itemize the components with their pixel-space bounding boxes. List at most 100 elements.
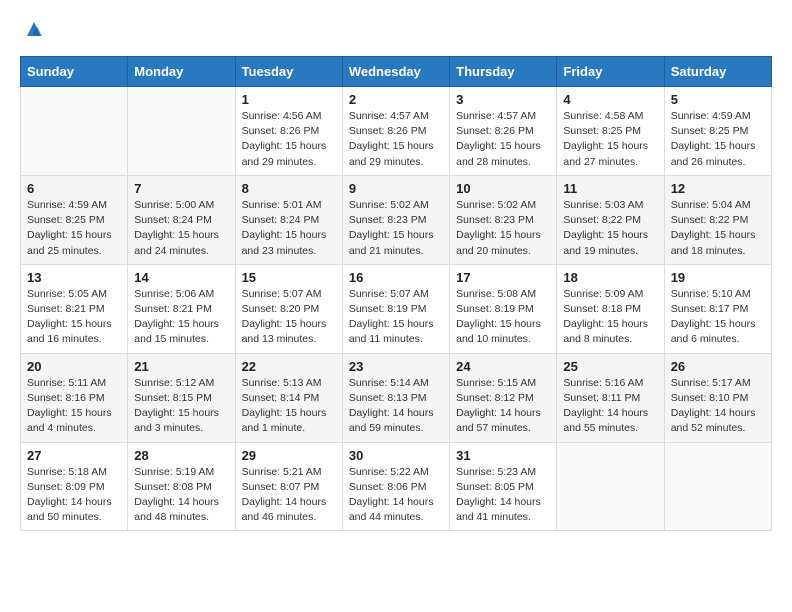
day-info: Sunrise: 4:57 AM Sunset: 8:26 PM Dayligh… [349,109,443,170]
day-number: 13 [27,270,121,285]
day-number: 5 [671,92,765,107]
day-info: Sunrise: 4:56 AM Sunset: 8:26 PM Dayligh… [242,109,336,170]
calendar-cell: 8Sunrise: 5:01 AM Sunset: 8:24 PM Daylig… [235,175,342,264]
day-number: 24 [456,359,550,374]
day-info: Sunrise: 5:12 AM Sunset: 8:15 PM Dayligh… [134,376,228,437]
day-info: Sunrise: 5:01 AM Sunset: 8:24 PM Dayligh… [242,198,336,259]
calendar-cell: 13 Sunrise: 5:05 AM Sunset: 8:21 PM Dayli… [21,264,128,353]
calendar-cell: 20 Sunrise: 5:11 AM Sunset: 8:16 PM Dayli… [21,353,128,442]
calendar-cell [21,87,128,176]
day-info: Sunrise: 5:13 AM Sunset: 8:14 PM Dayligh… [242,376,336,437]
calendar-cell: 30 Sunrise: 5:22 AM Sunset: 8:06 PM Dayli… [342,442,449,531]
day-info: Sunrise: 5:02 AM Sunset: 8:23 PM Dayligh… [349,198,443,259]
day-info: Sunrise: 5:08 AM Sunset: 8:19 PM Dayligh… [456,287,550,348]
calendar-cell: 11 Sunrise: 5:03 AM Sunset: 8:22 PM Dayli… [557,175,664,264]
weekday-header-sunday: Sunday [21,57,128,87]
day-number: 26 [671,359,765,374]
calendar-cell: 14Sunrise: 5:06 AM Sunset: 8:21 PM Dayli… [128,264,235,353]
day-info: Sunrise: 5:14 AM Sunset: 8:13 PM Dayligh… [349,376,443,437]
calendar-cell: 12Sunrise: 5:04 AM Sunset: 8:22 PM Dayli… [664,175,771,264]
calendar-cell: 28Sunrise: 5:19 AM Sunset: 8:08 PM Dayli… [128,442,235,531]
calendar-cell: 17 Sunrise: 5:08 AM Sunset: 8:19 PM Dayli… [450,264,557,353]
calendar-cell: 16 Sunrise: 5:07 AM Sunset: 8:19 PM Dayli… [342,264,449,353]
calendar-cell: 24 Sunrise: 5:15 AM Sunset: 8:12 PM Dayli… [450,353,557,442]
calendar-cell: 21 Sunrise: 5:12 AM Sunset: 8:15 PM Dayli… [128,353,235,442]
weekday-header-saturday: Saturday [664,57,771,87]
day-info: Sunrise: 5:03 AM Sunset: 8:22 PM Dayligh… [563,198,657,259]
weekday-header-row: SundayMondayTuesdayWednesdayThursdayFrid… [21,57,772,87]
day-info: Sunrise: 5:02 AM Sunset: 8:23 PM Dayligh… [456,198,550,259]
calendar-table: SundayMondayTuesdayWednesdayThursdayFrid… [20,56,772,531]
calendar-cell: 23 Sunrise: 5:14 AM Sunset: 8:13 PM Dayli… [342,353,449,442]
calendar-cell: 3Sunrise: 4:57 AM Sunset: 8:26 PM Daylig… [450,87,557,176]
day-number: 12 [671,181,765,196]
day-info: Sunrise: 5:15 AM Sunset: 8:12 PM Dayligh… [456,376,550,437]
day-number: 22 [242,359,336,374]
calendar-cell: 2 Sunrise: 4:57 AM Sunset: 8:26 PM Daylig… [342,87,449,176]
day-info: Sunrise: 5:10 AM Sunset: 8:17 PM Dayligh… [671,287,765,348]
day-number: 9 [349,181,443,196]
day-info: Sunrise: 5:11 AM Sunset: 8:16 PM Dayligh… [27,376,121,437]
day-number: 1 [242,92,336,107]
calendar-cell: 5Sunrise: 4:59 AM Sunset: 8:25 PM Daylig… [664,87,771,176]
day-number: 27 [27,448,121,463]
calendar-cell: 10Sunrise: 5:02 AM Sunset: 8:23 PM Dayli… [450,175,557,264]
day-info: Sunrise: 5:07 AM Sunset: 8:20 PM Dayligh… [242,287,336,348]
calendar-week-row: 20 Sunrise: 5:11 AM Sunset: 8:16 PM Dayli… [21,353,772,442]
day-info: Sunrise: 5:16 AM Sunset: 8:11 PM Dayligh… [563,376,657,437]
day-number: 30 [349,448,443,463]
page-header [20,20,772,40]
day-info: Sunrise: 5:22 AM Sunset: 8:06 PM Dayligh… [349,465,443,526]
calendar-cell: 7Sunrise: 5:00 AM Sunset: 8:24 PM Daylig… [128,175,235,264]
day-number: 23 [349,359,443,374]
weekday-header-thursday: Thursday [450,57,557,87]
day-info: Sunrise: 4:58 AM Sunset: 8:25 PM Dayligh… [563,109,657,170]
day-number: 31 [456,448,550,463]
calendar-cell: 4 Sunrise: 4:58 AM Sunset: 8:25 PM Daylig… [557,87,664,176]
day-info: Sunrise: 5:05 AM Sunset: 8:21 PM Dayligh… [27,287,121,348]
day-number: 15 [242,270,336,285]
calendar-week-row: 13 Sunrise: 5:05 AM Sunset: 8:21 PM Dayli… [21,264,772,353]
day-number: 21 [134,359,228,374]
day-number: 25 [563,359,657,374]
weekday-header-monday: Monday [128,57,235,87]
day-number: 16 [349,270,443,285]
day-number: 19 [671,270,765,285]
day-number: 2 [349,92,443,107]
day-info: Sunrise: 4:57 AM Sunset: 8:26 PM Dayligh… [456,109,550,170]
calendar-week-row: 1 Sunrise: 4:56 AM Sunset: 8:26 PM Daylig… [21,87,772,176]
day-info: Sunrise: 5:17 AM Sunset: 8:10 PM Dayligh… [671,376,765,437]
calendar-cell: 26 Sunrise: 5:17 AM Sunset: 8:10 PM Dayli… [664,353,771,442]
calendar-cell: 29Sunrise: 5:21 AM Sunset: 8:07 PM Dayli… [235,442,342,531]
day-number: 4 [563,92,657,107]
calendar-cell: 15 Sunrise: 5:07 AM Sunset: 8:20 PM Dayli… [235,264,342,353]
calendar-cell [128,87,235,176]
day-number: 20 [27,359,121,374]
day-info: Sunrise: 5:23 AM Sunset: 8:05 PM Dayligh… [456,465,550,526]
calendar-cell: 22 Sunrise: 5:13 AM Sunset: 8:14 PM Dayli… [235,353,342,442]
day-number: 18 [563,270,657,285]
day-number: 17 [456,270,550,285]
day-info: Sunrise: 5:09 AM Sunset: 8:18 PM Dayligh… [563,287,657,348]
calendar-cell: 6 Sunrise: 4:59 AM Sunset: 8:25 PM Daylig… [21,175,128,264]
calendar-week-row: 6 Sunrise: 4:59 AM Sunset: 8:25 PM Daylig… [21,175,772,264]
calendar-cell: 19 Sunrise: 5:10 AM Sunset: 8:17 PM Dayli… [664,264,771,353]
day-info: Sunrise: 5:06 AM Sunset: 8:21 PM Dayligh… [134,287,228,348]
day-number: 7 [134,181,228,196]
day-number: 11 [563,181,657,196]
calendar-cell: 9 Sunrise: 5:02 AM Sunset: 8:23 PM Daylig… [342,175,449,264]
day-info: Sunrise: 5:21 AM Sunset: 8:07 PM Dayligh… [242,465,336,526]
weekday-header-tuesday: Tuesday [235,57,342,87]
calendar-week-row: 27Sunrise: 5:18 AM Sunset: 8:09 PM Dayli… [21,442,772,531]
weekday-header-wednesday: Wednesday [342,57,449,87]
weekday-header-friday: Friday [557,57,664,87]
day-number: 6 [27,181,121,196]
calendar-cell: 27Sunrise: 5:18 AM Sunset: 8:09 PM Dayli… [21,442,128,531]
logo-icon [23,18,45,40]
calendar-cell [557,442,664,531]
day-info: Sunrise: 5:19 AM Sunset: 8:08 PM Dayligh… [134,465,228,526]
day-info: Sunrise: 5:07 AM Sunset: 8:19 PM Dayligh… [349,287,443,348]
day-info: Sunrise: 4:59 AM Sunset: 8:25 PM Dayligh… [27,198,121,259]
calendar-cell [664,442,771,531]
logo [20,20,45,40]
